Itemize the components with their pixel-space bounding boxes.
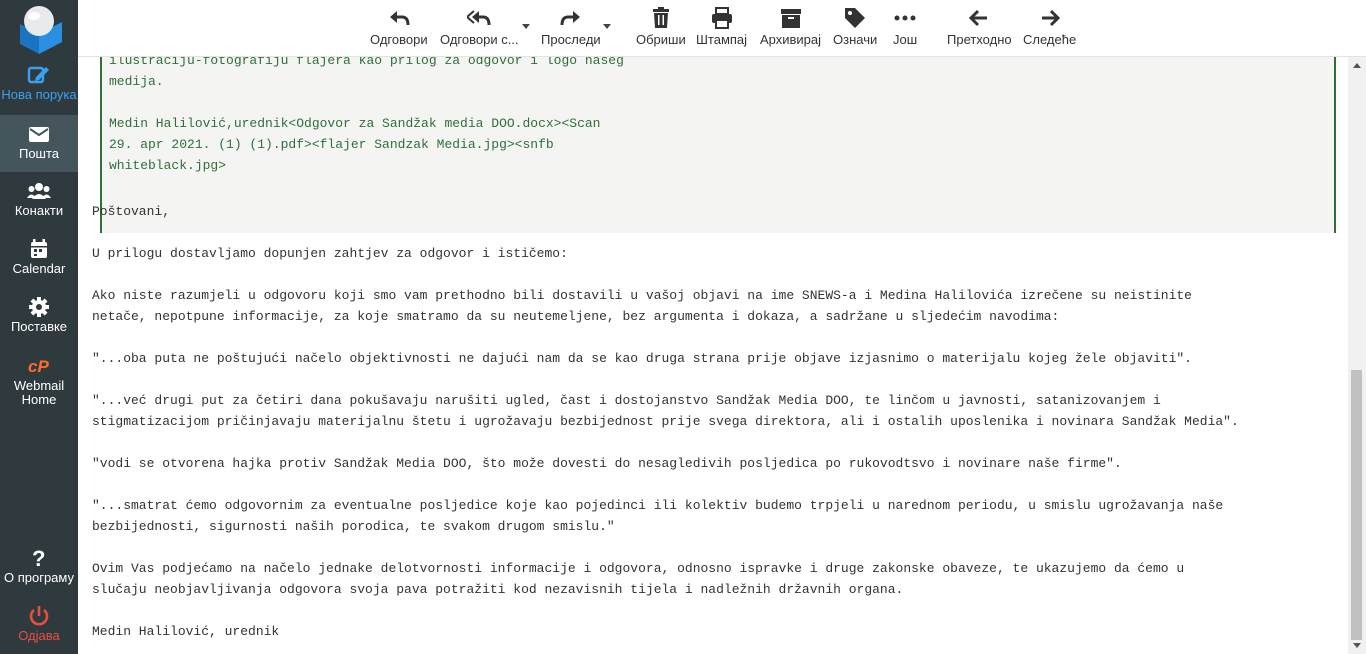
next-message-button[interactable]: Следеће bbox=[1023, 6, 1076, 47]
reply-icon bbox=[389, 11, 410, 26]
body-line: "...smatrat ćemo odgovornim za eventualn… bbox=[92, 498, 1224, 513]
sidebar-item-label: О програму bbox=[3, 570, 74, 585]
forward-dropdown-caret[interactable] bbox=[603, 24, 611, 29]
body-line: U prilogu dostavljamo dopunjen zahtjev z… bbox=[92, 246, 568, 261]
body-line: Ako niste razumjeli u odgovoru koji smo … bbox=[92, 288, 1192, 303]
arrow-right-icon bbox=[1041, 9, 1060, 27]
body-line: Ovim Vas podjećamo na načelo jednake del… bbox=[92, 561, 1185, 576]
more-dots-icon bbox=[894, 15, 916, 21]
body-line: stigmatizacijom pričinjavaju materijalnu… bbox=[92, 414, 1239, 429]
more-button[interactable]: Још bbox=[893, 6, 917, 47]
sidebar-item-mail[interactable]: Пошта bbox=[0, 115, 78, 172]
body-line: Medin Halilović, urednik bbox=[92, 624, 280, 639]
roundcube-logo-icon[interactable] bbox=[12, 4, 66, 54]
body-line: slučaju neobjavljivanja odgovora svoja p… bbox=[92, 582, 904, 597]
vertical-scrollbar[interactable] bbox=[1348, 57, 1366, 654]
sidebar-item-calendar[interactable]: Calendar bbox=[0, 238, 78, 276]
print-button[interactable]: Штампај bbox=[696, 6, 747, 47]
previous-label: Претходно bbox=[947, 32, 1012, 47]
forward-icon bbox=[560, 11, 580, 26]
quote-line: medija. bbox=[109, 74, 164, 89]
sidebar-item-logout[interactable]: Одјава bbox=[0, 605, 78, 643]
quote-line: ilustraciju-fotografiju flajera kao pril… bbox=[109, 57, 624, 68]
delete-button[interactable]: Обриши bbox=[636, 6, 686, 47]
sidebar-item-label: Calendar bbox=[12, 261, 66, 276]
reply-all-icon bbox=[467, 10, 491, 26]
sidebar: Нова порука Пошта Конакти Calendar Поста… bbox=[0, 0, 78, 654]
archive-label: Архивирај bbox=[760, 32, 822, 47]
quote-line: Medin Halilović,urednik<Odgovor za Sandž… bbox=[109, 116, 601, 131]
body-line: "vodi se otvorena hajka protiv Sandžak M… bbox=[92, 456, 1122, 471]
arrow-left-icon bbox=[969, 9, 988, 27]
sidebar-item-settings[interactable]: Поставке bbox=[0, 296, 78, 334]
reply-all-button[interactable]: Одговори с... bbox=[440, 6, 519, 47]
envelope-icon bbox=[29, 127, 49, 142]
reply-label: Одговори bbox=[370, 32, 428, 47]
scroll-down-arrow-icon[interactable] bbox=[1353, 643, 1361, 648]
tag-icon bbox=[845, 8, 866, 28]
svg-text:cP: cP bbox=[28, 357, 49, 376]
archive-button[interactable]: Архивирај bbox=[760, 6, 821, 47]
sidebar-item-label: Пошта bbox=[18, 146, 60, 161]
print-label: Штампај bbox=[696, 32, 748, 47]
question-icon: ? bbox=[32, 547, 45, 569]
sidebar-item-compose[interactable]: Нова порука bbox=[0, 64, 78, 102]
reply-all-dropdown-caret[interactable] bbox=[522, 24, 530, 29]
printer-icon bbox=[711, 7, 732, 29]
compose-icon bbox=[27, 66, 49, 84]
mark-button[interactable]: Означи bbox=[833, 6, 877, 47]
sidebar-item-label: Конакти bbox=[14, 203, 64, 218]
forward-button[interactable]: Проследи bbox=[541, 6, 601, 47]
message-body: ilustraciju-fotografiju flajera kao pril… bbox=[78, 57, 1348, 654]
sidebar-item-label: Нова порука bbox=[1, 87, 77, 102]
quote-line: 29. apr 2021. (1) (1).pdf><flajer Sandza… bbox=[109, 137, 554, 152]
calendar-icon bbox=[31, 239, 47, 258]
quote-line: whiteblack.jpg> bbox=[109, 158, 227, 173]
body-line: "...već drugi put za četiri dana pokušav… bbox=[92, 393, 1161, 408]
body-line: netače, nepotpune informacije, za koje s… bbox=[92, 309, 1060, 324]
sidebar-item-contacts[interactable]: Конакти bbox=[0, 180, 78, 218]
sidebar-item-label: Поставке bbox=[10, 319, 68, 334]
delete-label: Обриши bbox=[636, 32, 686, 47]
reply-button[interactable]: Одговори bbox=[370, 6, 428, 47]
previous-message-button[interactable]: Претходно bbox=[947, 6, 1012, 47]
sidebar-item-webmail-home[interactable]: cP Webmail Home bbox=[0, 355, 78, 407]
cpanel-icon: cP bbox=[28, 357, 49, 376]
mark-label: Означи bbox=[833, 32, 878, 47]
next-label: Следеће bbox=[1023, 32, 1077, 47]
power-icon bbox=[29, 606, 49, 626]
svg-text:?: ? bbox=[32, 547, 45, 569]
sidebar-item-label: Webmail Home bbox=[13, 378, 65, 407]
scrollbar-thumb[interactable] bbox=[1351, 370, 1362, 640]
reply-all-label: Одговори с... bbox=[440, 32, 519, 47]
body-line: bezbijednosti, sigurnosti naših porodica… bbox=[92, 519, 615, 534]
sidebar-item-label: Одјава bbox=[18, 628, 60, 643]
gear-icon bbox=[29, 297, 49, 317]
archive-box-icon bbox=[780, 9, 801, 28]
forward-label: Проследи bbox=[541, 32, 601, 47]
more-label: Још bbox=[893, 32, 918, 47]
contacts-icon bbox=[27, 183, 51, 199]
body-line: "...oba puta ne poštujući načelo objekti… bbox=[92, 351, 1192, 366]
sidebar-item-about[interactable]: ? О програму bbox=[0, 547, 78, 585]
body-line: Poštovani, bbox=[92, 204, 171, 219]
message-toolbar: Одговори Одговори с... Проследи Обриши Ш… bbox=[78, 0, 1366, 57]
scroll-up-arrow-icon[interactable] bbox=[1353, 63, 1361, 68]
trash-icon bbox=[652, 7, 669, 28]
quoted-text-block: ilustraciju-fotografiju flajera kao pril… bbox=[100, 57, 1336, 233]
